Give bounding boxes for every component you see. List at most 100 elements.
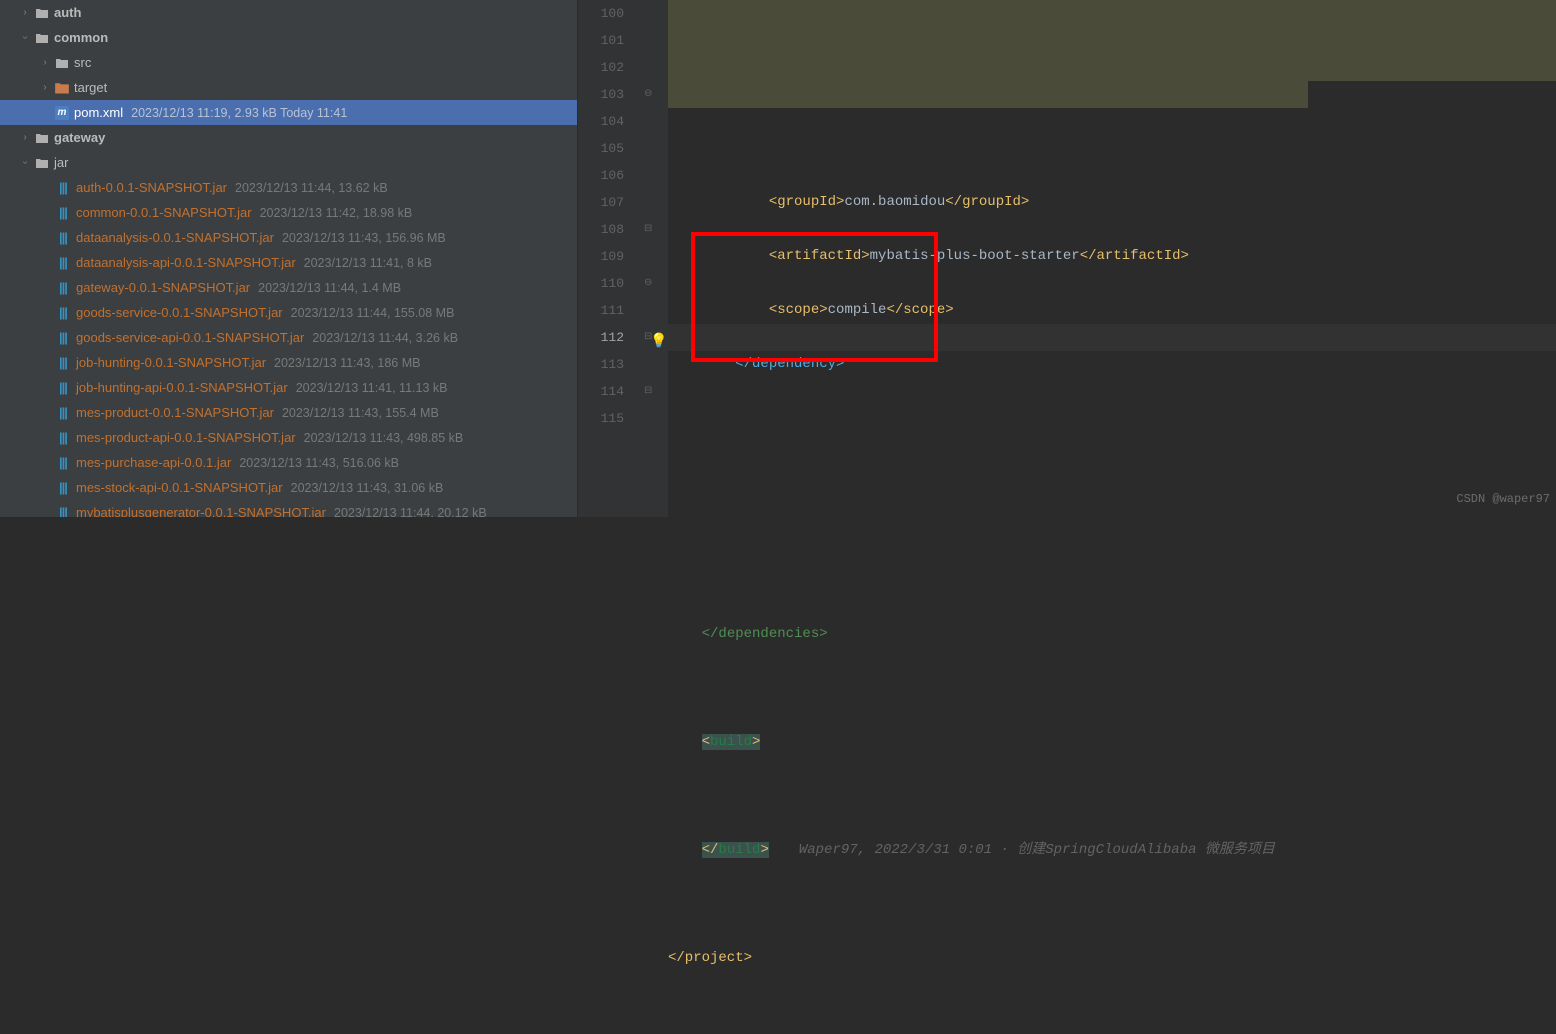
code-line[interactable]: <groupId>com.baomidou</groupId>	[668, 189, 1556, 216]
tree-meta: 2023/12/13 11:44, 13.62 kB	[235, 181, 388, 195]
line-number[interactable]: 107	[578, 189, 624, 216]
tree-item-src[interactable]: › src	[0, 50, 577, 75]
folder-icon	[34, 130, 50, 146]
tree-label: job-hunting-api-0.0.1-SNAPSHOT.jar	[76, 380, 288, 395]
watermark: CSDN @waper97	[1456, 486, 1550, 513]
folder-icon	[34, 5, 50, 21]
folder-icon	[34, 155, 50, 171]
code-line[interactable]	[668, 567, 1556, 594]
line-number[interactable]: 114	[578, 378, 624, 405]
line-number[interactable]: 103	[578, 81, 624, 108]
line-number[interactable]: 108	[578, 216, 624, 243]
code-line[interactable]: </build>Waper97, 2022/3/31 0:01 · 创建Spri…	[668, 837, 1556, 864]
tree-meta: 2023/12/13 11:42, 18.98 kB	[260, 206, 413, 220]
tree-meta: 2023/12/13 11:43, 498.85 kB	[304, 431, 464, 445]
tree-label: goods-service-api-0.0.1-SNAPSHOT.jar	[76, 330, 304, 345]
intention-bulb-icon[interactable]: 💡	[650, 332, 667, 349]
fold-marker-icon[interactable]: ⊟	[644, 385, 652, 396]
code-line[interactable]: <build>	[668, 729, 1556, 756]
tree-item-file[interactable]: |||goods-service-api-0.0.1-SNAPSHOT.jar2…	[0, 325, 577, 350]
line-number[interactable]: 106	[578, 162, 624, 189]
line-number[interactable]: 113	[578, 351, 624, 378]
project-tree-sidebar[interactable]: › auth › common › src › target m pom.xml…	[0, 0, 578, 517]
line-number[interactable]: 105	[578, 135, 624, 162]
tree-item-file[interactable]: |||job-hunting-api-0.0.1-SNAPSHOT.jar202…	[0, 375, 577, 400]
tree-label: target	[74, 80, 107, 95]
code-line[interactable]	[668, 513, 1556, 540]
line-number[interactable]: 115	[578, 405, 624, 432]
tree-item-file[interactable]: |||mes-product-0.0.1-SNAPSHOT.jar2023/12…	[0, 400, 577, 425]
tree-label: dataanalysis-0.0.1-SNAPSHOT.jar	[76, 230, 274, 245]
tree-item-file[interactable]: |||mes-stock-api-0.0.1-SNAPSHOT.jar2023/…	[0, 475, 577, 500]
tree-label: gateway	[54, 130, 105, 145]
tree-item-common[interactable]: › common	[0, 25, 577, 50]
fold-marker-icon[interactable]: ⊖	[644, 277, 652, 288]
line-number[interactable]: 111	[578, 297, 624, 324]
tree-label: goods-service-0.0.1-SNAPSHOT.jar	[76, 305, 283, 320]
code-line[interactable]	[668, 891, 1556, 918]
tree-label: src	[74, 55, 91, 70]
code-line[interactable]	[668, 999, 1556, 1026]
fold-column[interactable]: ⊖ ⊟ ⊖ ⊟ ⊟ 💡	[638, 0, 668, 517]
line-number[interactable]: 112	[578, 324, 624, 351]
tree-item-target[interactable]: › target	[0, 75, 577, 100]
code-line[interactable]	[668, 675, 1556, 702]
tree-item-pom[interactable]: m pom.xml 2023/12/13 11:19, 2.93 kB Toda…	[0, 100, 577, 125]
tree-item-file[interactable]: ||| dataanalysis-0.0.1-SNAPSHOT.jar 2023/1…	[0, 225, 577, 250]
code-editor[interactable]: <groupId>com.baomidou</groupId> <artifac…	[668, 0, 1556, 517]
diff-highlight	[668, 81, 1308, 108]
jar-file-icon: |||	[56, 280, 72, 296]
tree-meta: 2023/12/13 11:43, 156.96 MB	[282, 231, 446, 245]
code-line[interactable]	[668, 405, 1556, 432]
line-number[interactable]: 100	[578, 0, 624, 27]
fold-marker-icon[interactable]: ⊟	[644, 223, 652, 234]
tree-item-file[interactable]: |||gateway-0.0.1-SNAPSHOT.jar2023/12/13 …	[0, 275, 577, 300]
jar-file-icon: |||	[56, 355, 72, 371]
folder-icon	[54, 55, 70, 71]
tree-label: mybatisplusgenerator-0.0.1-SNAPSHOT.jar	[76, 505, 326, 517]
jar-file-icon: |||	[56, 380, 72, 396]
tree-label: common-0.0.1-SNAPSHOT.jar	[76, 205, 252, 220]
jar-file-icon: |||	[56, 205, 72, 221]
line-number[interactable]: 110	[578, 270, 624, 297]
tree-label: common	[54, 30, 108, 45]
jar-file-icon: |||	[56, 230, 72, 246]
chevron-right-icon: ›	[36, 57, 54, 68]
tree-item-gateway[interactable]: › gateway	[0, 125, 577, 150]
tree-item-file[interactable]: ||| common-0.0.1-SNAPSHOT.jar 2023/12/13 1…	[0, 200, 577, 225]
jar-file-icon: |||	[56, 305, 72, 321]
tree-meta: 2023/12/13 11:43, 516.06 kB	[239, 456, 399, 470]
tree-item-file[interactable]: |||job-hunting-0.0.1-SNAPSHOT.jar2023/12…	[0, 350, 577, 375]
tree-label: mes-stock-api-0.0.1-SNAPSHOT.jar	[76, 480, 283, 495]
jar-file-icon: |||	[56, 405, 72, 421]
chevron-down-icon: ›	[20, 154, 31, 172]
tree-item-file[interactable]: |||mybatisplusgenerator-0.0.1-SNAPSHOT.j…	[0, 500, 577, 517]
fold-marker-icon[interactable]: ⊖	[644, 88, 652, 99]
code-line[interactable]	[668, 459, 1556, 486]
tree-item-jar[interactable]: › jar	[0, 150, 577, 175]
code-line[interactable]	[668, 783, 1556, 810]
tree-meta: 2023/12/13 11:44, 155.08 MB	[291, 306, 455, 320]
tree-item-file[interactable]: ||| mes-product-api-0.0.1-SNAPSHOT.jar 202…	[0, 425, 577, 450]
line-number[interactable]: 109	[578, 243, 624, 270]
line-number[interactable]: 101	[578, 27, 624, 54]
line-number[interactable]: 102	[578, 54, 624, 81]
jar-file-icon: |||	[56, 430, 72, 446]
tree-label: mes-product-0.0.1-SNAPSHOT.jar	[76, 405, 274, 420]
tree-item-file[interactable]: |||dataanalysis-api-0.0.1-SNAPSHOT.jar20…	[0, 250, 577, 275]
tree-label: mes-product-api-0.0.1-SNAPSHOT.jar	[76, 430, 296, 445]
tree-meta: 2023/12/13 11:43, 186 MB	[274, 356, 420, 370]
jar-file-icon: |||	[56, 330, 72, 346]
tree-label: gateway-0.0.1-SNAPSHOT.jar	[76, 280, 250, 295]
code-line[interactable]: </dependencies>	[668, 621, 1556, 648]
line-number[interactable]: 104	[578, 108, 624, 135]
diff-highlight	[668, 0, 1556, 81]
tree-label: mes-purchase-api-0.0.1.jar	[76, 455, 231, 470]
tree-item-auth[interactable]: › auth	[0, 0, 577, 25]
tree-meta: 2023/12/13 11:44, 20.12 kB	[334, 506, 487, 518]
code-line[interactable]: </project>	[668, 945, 1556, 972]
tree-item-file[interactable]: ||| goods-service-0.0.1-SNAPSHOT.jar 2023/…	[0, 300, 577, 325]
tree-item-file[interactable]: |||mes-purchase-api-0.0.1.jar2023/12/13 …	[0, 450, 577, 475]
git-blame-annotation: Waper97, 2022/3/31 0:01 · 创建SpringCloudA…	[799, 842, 1275, 858]
tree-item-file[interactable]: |||auth-0.0.1-SNAPSHOT.jar2023/12/13 11:…	[0, 175, 577, 200]
